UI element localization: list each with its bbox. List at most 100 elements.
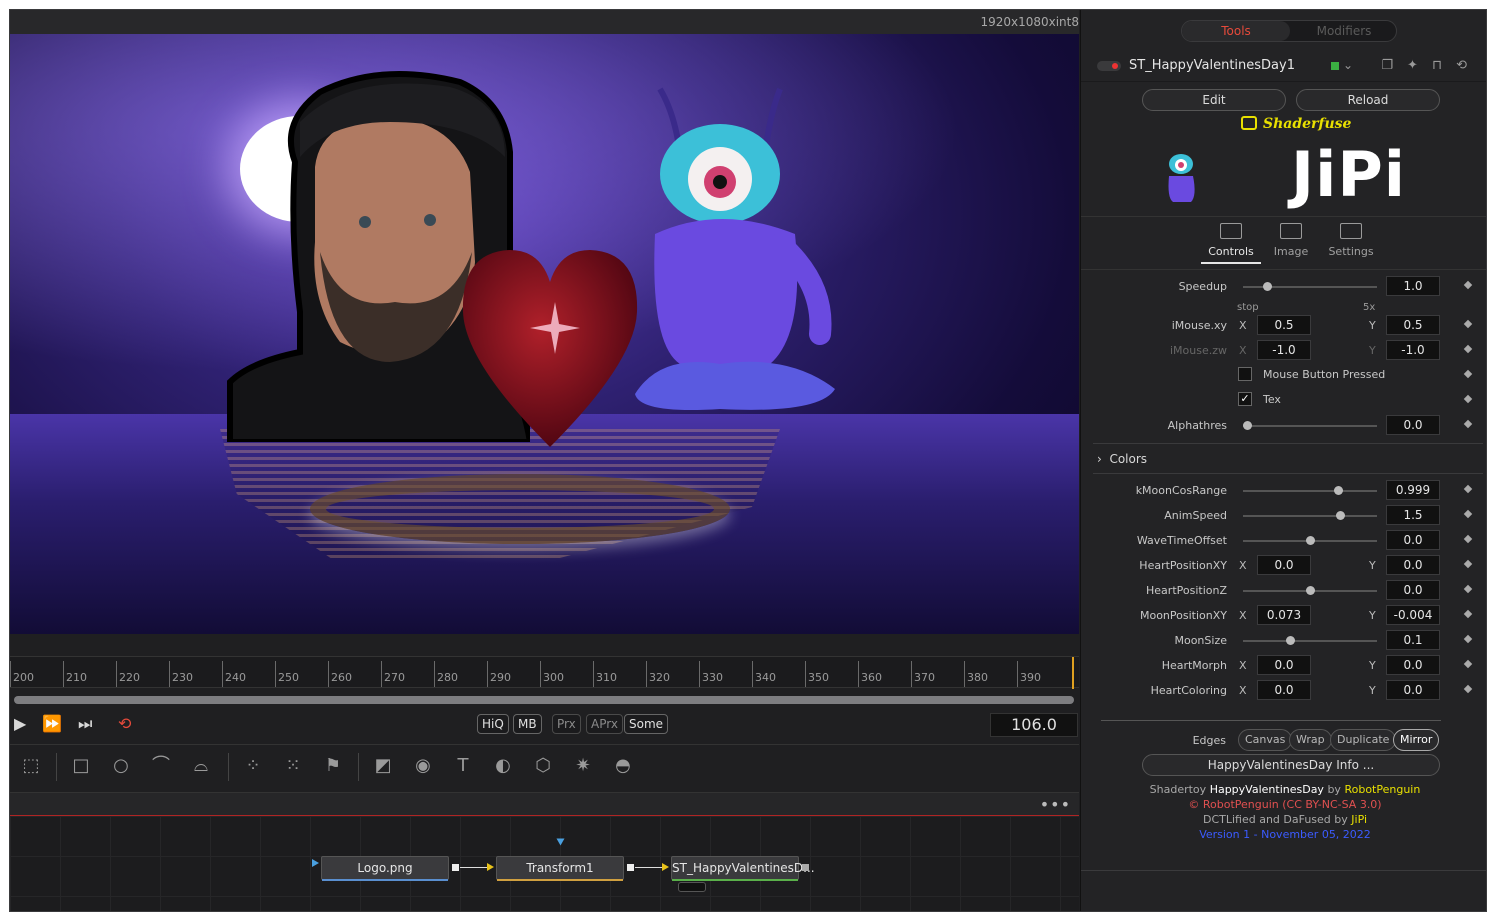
current-frame-field[interactable]: 106.0	[990, 713, 1078, 737]
keyframe-diamond-icon[interactable]	[1463, 584, 1473, 594]
some-toggle[interactable]: Some	[624, 714, 669, 734]
param-value[interactable]: 0.0	[1386, 580, 1440, 600]
keyframe-diamond-icon[interactable]	[1463, 484, 1473, 494]
param-value[interactable]: 1.5	[1386, 505, 1440, 525]
reset-icon[interactable]: ⟲	[1456, 58, 1481, 73]
tab-tools[interactable]: Tools	[1182, 21, 1290, 41]
author-link[interactable]: RobotPenguin	[1344, 783, 1420, 796]
alphathres-slider[interactable]	[1243, 421, 1377, 430]
node-st-happyvalentinesday[interactable]: ST_HappyValentinesD...	[671, 856, 815, 881]
speedup-value[interactable]: 1.0	[1386, 276, 1440, 296]
background-tool-icon[interactable]: ⬚	[18, 755, 44, 777]
param-y-value[interactable]: 0.0	[1386, 655, 1440, 675]
shape-3d-icon[interactable]: ◐	[490, 755, 516, 777]
slider-knob[interactable]	[1305, 536, 1315, 545]
versions-icon[interactable]: ❐	[1381, 58, 1407, 73]
skip-end-icon[interactable]: ⏭	[78, 714, 92, 734]
fast-forward-icon[interactable]: ⏩	[42, 714, 62, 733]
param-x-value[interactable]: 0.0	[1257, 655, 1311, 675]
hiq-toggle[interactable]: HiQ	[477, 714, 509, 734]
keyframe-diamond-icon[interactable]	[1463, 534, 1473, 544]
image-plane-icon[interactable]: ◩	[370, 755, 396, 777]
playhead[interactable]	[1072, 657, 1074, 689]
license-line[interactable]: © RobotPenguin (CC BY-NC-SA 3.0)	[1081, 798, 1486, 811]
keyframe-diamond-icon[interactable]	[1463, 609, 1473, 619]
aprx-toggle[interactable]: APrx	[586, 714, 623, 734]
slider-knob[interactable]	[1243, 421, 1252, 430]
param-slider[interactable]	[1243, 636, 1377, 645]
tab-modifiers[interactable]: Modifiers	[1290, 21, 1398, 41]
imouse-y-value[interactable]: 0.5	[1386, 315, 1440, 335]
camera-3d-icon[interactable]: ✷	[570, 755, 596, 777]
param-y-value[interactable]: -0.004	[1386, 605, 1440, 625]
keyframe-diamond-icon[interactable]	[1463, 634, 1473, 644]
keyframe-diamond-icon[interactable]	[1463, 559, 1473, 569]
slider-knob[interactable]	[1285, 636, 1295, 645]
imouse-x-value[interactable]: 0.5	[1257, 315, 1311, 335]
param-slider[interactable]	[1243, 486, 1377, 495]
param-slider[interactable]	[1243, 511, 1377, 520]
param-y-value[interactable]: 0.0	[1386, 555, 1440, 575]
viewer-canvas[interactable]	[10, 34, 1079, 634]
more-options-icon[interactable]: •••	[1040, 795, 1071, 814]
text-3d-icon[interactable]: T	[450, 755, 476, 777]
edge-wrap-button[interactable]: Wrap	[1289, 729, 1332, 751]
slider-knob[interactable]	[1305, 586, 1315, 595]
slider-knob[interactable]	[1263, 282, 1272, 291]
keyframe-diamond-icon[interactable]	[1463, 419, 1473, 429]
speedup-slider[interactable]	[1243, 282, 1377, 291]
mouse-pressed-checkbox[interactable]	[1238, 367, 1252, 381]
edge-mirror-button[interactable]: Mirror	[1393, 729, 1440, 751]
param-x-value[interactable]: 0.0	[1257, 680, 1311, 700]
node-editor[interactable]: Logo.png Transform1 ST_HappyValentinesD.…	[10, 816, 1079, 911]
edge-duplicate-button[interactable]: Duplicate	[1330, 729, 1397, 751]
keyframe-diamond-icon[interactable]	[1463, 280, 1473, 290]
particle-emitter-icon[interactable]: ⁘	[240, 755, 266, 777]
keyframe-diamond-icon[interactable]	[1463, 659, 1473, 669]
merge-3d-icon[interactable]: ◉	[410, 755, 436, 777]
prx-toggle[interactable]: Prx	[552, 714, 581, 734]
slider-knob[interactable]	[1335, 511, 1345, 520]
node-enable-toggle[interactable]	[1097, 61, 1121, 71]
loop-icon[interactable]: ⟲	[118, 714, 131, 733]
node-color-swatch[interactable]	[1331, 62, 1339, 70]
imouse-z-value[interactable]: -1.0	[1257, 340, 1311, 360]
subtab-controls[interactable]: Controls	[1201, 223, 1261, 264]
imouse-w-value[interactable]: -1.0	[1386, 340, 1440, 360]
node-transform1[interactable]: Transform1	[496, 856, 624, 881]
param-value[interactable]: 0.1	[1386, 630, 1440, 650]
play-icon[interactable]: ▶	[14, 714, 26, 733]
colors-section-header[interactable]: › Colors	[1097, 452, 1147, 466]
keyframe-diamond-icon[interactable]	[1463, 319, 1473, 329]
shadertoy-link[interactable]: HappyValentinesDay	[1210, 783, 1324, 796]
edit-button[interactable]: Edit	[1142, 89, 1286, 111]
param-value[interactable]: 0.0	[1386, 530, 1440, 550]
timeline-ruler[interactable]: 390 380 370 360 350 340 330 320 310 300 290 280 270 2…	[10, 656, 1079, 689]
node-logo-png[interactable]: Logo.png	[321, 856, 449, 881]
rectangle-mask-icon[interactable]: □	[68, 755, 94, 777]
info-button[interactable]: HappyValentinesDay Info ...	[1142, 754, 1440, 776]
version-line[interactable]: Version 1 - November 05, 2022	[1081, 828, 1486, 841]
timeline-scrollbar[interactable]	[14, 696, 1074, 704]
param-value[interactable]: 0.999	[1386, 480, 1440, 500]
pin-icon[interactable]: ✦	[1407, 58, 1432, 73]
mb-toggle[interactable]: MB	[513, 714, 542, 734]
cube-3d-icon[interactable]: ⬡	[530, 755, 556, 777]
output-port[interactable]	[802, 864, 809, 871]
alphathres-value[interactable]: 0.0	[1386, 415, 1440, 435]
keyframe-diamond-icon[interactable]	[1463, 369, 1473, 379]
param-slider[interactable]	[1243, 586, 1377, 595]
lock-icon[interactable]: ⊓	[1432, 58, 1456, 73]
subtab-image[interactable]: Image	[1261, 223, 1321, 258]
chevron-down-icon[interactable]: ⌄	[1343, 58, 1353, 72]
keyframe-diamond-icon[interactable]	[1463, 394, 1473, 404]
jipi-link[interactable]: JiPi	[1351, 813, 1367, 826]
reload-button[interactable]: Reload	[1296, 89, 1440, 111]
bspline-mask-icon[interactable]: ⌓	[188, 755, 214, 777]
param-x-value[interactable]: 0.0	[1257, 555, 1311, 575]
shaderfuse-link[interactable]: Shaderfuse	[1241, 116, 1351, 132]
particle-style-icon[interactable]: ⚑	[320, 755, 346, 777]
keyframe-diamond-icon[interactable]	[1463, 684, 1473, 694]
polygon-mask-icon[interactable]: ⌒	[148, 755, 174, 777]
particle-render-icon[interactable]: ⁙	[280, 755, 306, 777]
